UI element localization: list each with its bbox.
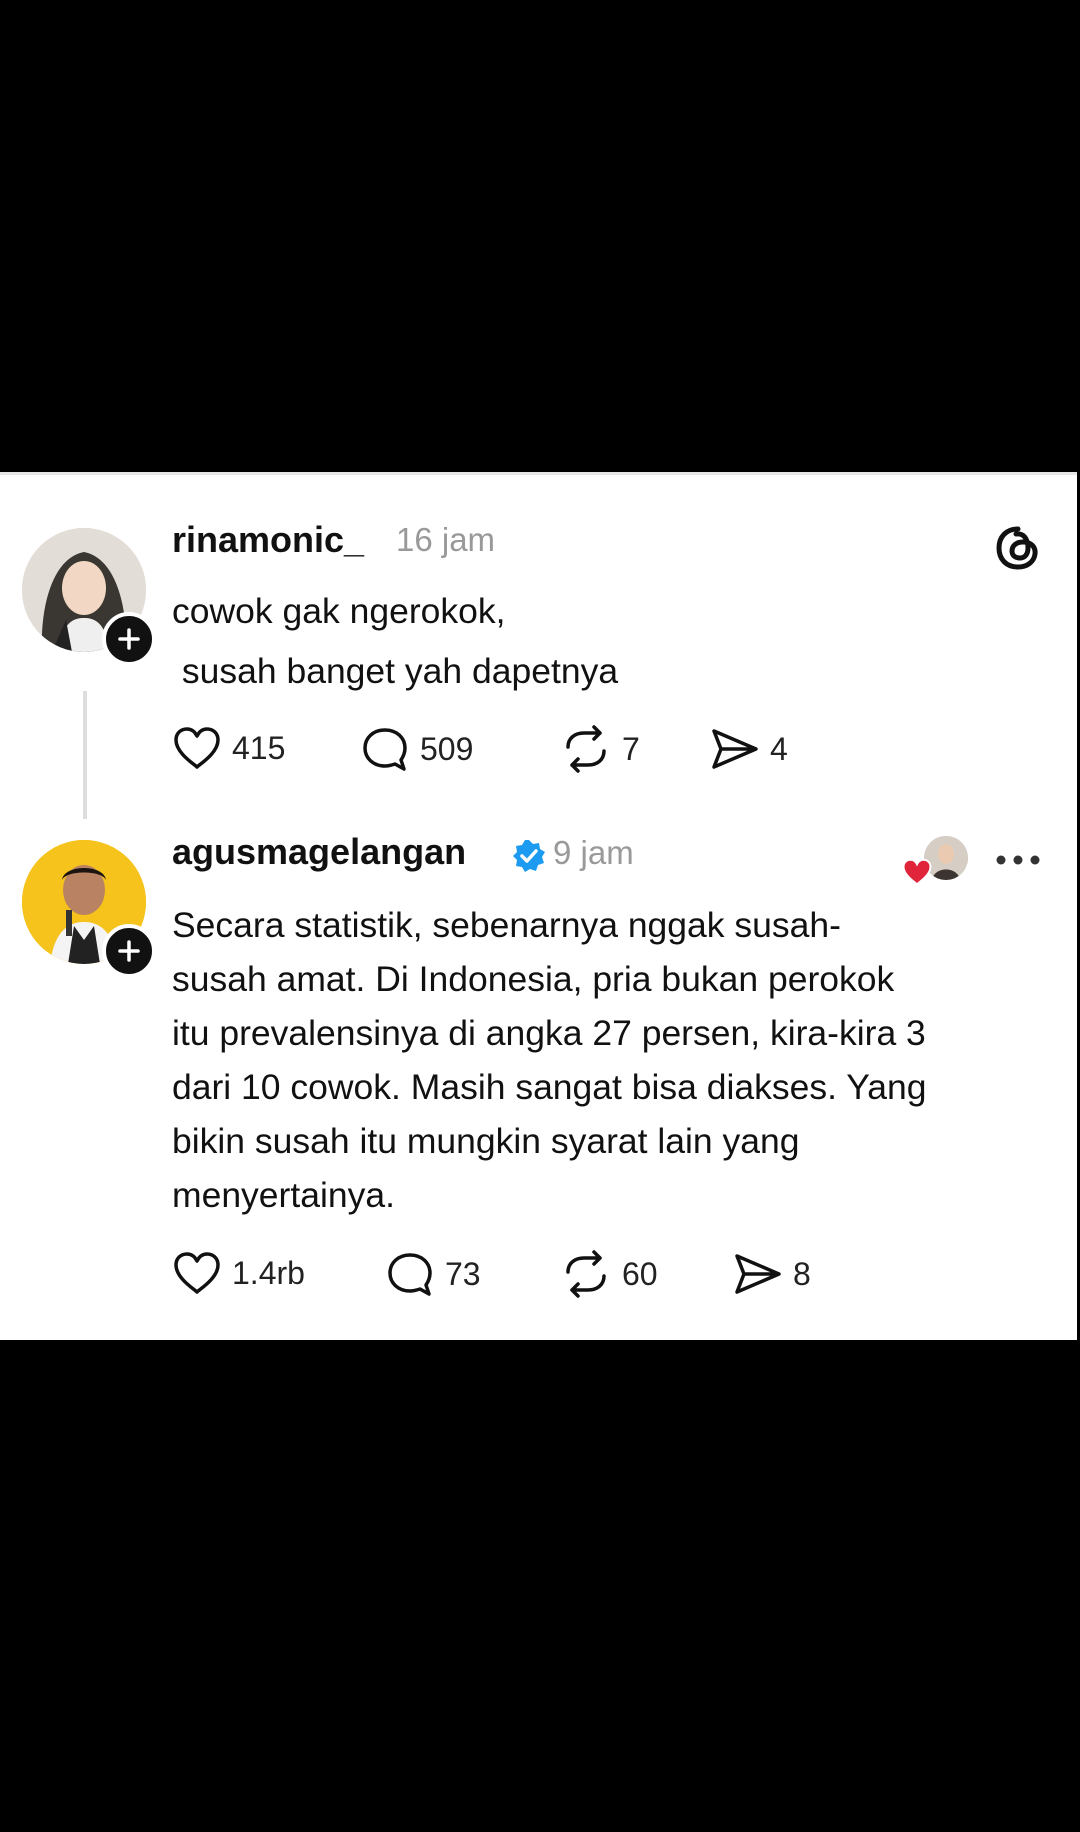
like-button[interactable]: 1.4rb bbox=[172, 1250, 305, 1296]
username[interactable]: agusmagelangan bbox=[172, 831, 466, 873]
post-text-line: dari 10 cowok. Masih sangat bisa diakses… bbox=[172, 1067, 927, 1107]
repost-count: 7 bbox=[622, 730, 640, 767]
more-options-icon[interactable] bbox=[995, 853, 1041, 867]
send-icon bbox=[735, 1254, 781, 1294]
follow-button-rinamonic[interactable] bbox=[102, 612, 156, 666]
username[interactable]: rinamonic_ bbox=[172, 519, 364, 561]
heart-icon bbox=[174, 1252, 220, 1294]
repost-button[interactable]: 7 bbox=[560, 725, 640, 773]
post-text-line: cowok gak ngerokok, bbox=[172, 591, 506, 631]
follow-button-agusmagelangan[interactable] bbox=[102, 924, 156, 978]
post-text-line: menyertainya. bbox=[172, 1175, 395, 1215]
heart-filled-icon bbox=[902, 858, 932, 886]
comment-count: 73 bbox=[445, 1255, 481, 1292]
verified-badge-icon bbox=[513, 840, 545, 872]
like-count: 1.4rb bbox=[232, 1254, 305, 1291]
share-count: 8 bbox=[793, 1255, 811, 1292]
plus-icon bbox=[118, 628, 140, 650]
comment-icon bbox=[388, 1253, 432, 1296]
like-count: 415 bbox=[232, 729, 286, 766]
repost-count: 60 bbox=[622, 1255, 658, 1292]
like-button[interactable]: 415 bbox=[172, 725, 285, 771]
share-button[interactable]: 4 bbox=[710, 725, 788, 773]
post-text-line: susah amat. Di Indonesia, pria bukan per… bbox=[172, 959, 895, 999]
repost-icon bbox=[566, 1250, 606, 1298]
plus-icon bbox=[118, 940, 140, 962]
share-button[interactable]: 8 bbox=[733, 1250, 811, 1298]
share-count: 4 bbox=[770, 730, 788, 767]
comment-button[interactable]: 73 bbox=[385, 1250, 481, 1298]
post-text-line: susah banget yah dapetnya bbox=[172, 651, 619, 691]
post-text-line: bikin susah itu mungkin syarat lain yang bbox=[172, 1121, 800, 1161]
post-text-line: itu prevalensinya di angka 27 persen, ki… bbox=[172, 1013, 926, 1053]
comment-count: 509 bbox=[420, 730, 474, 767]
repost-button[interactable]: 60 bbox=[560, 1250, 658, 1298]
threads-logo-icon[interactable] bbox=[994, 524, 1042, 572]
send-icon bbox=[712, 729, 758, 769]
comment-button[interactable]: 509 bbox=[360, 725, 473, 773]
threads-card: rinamonic_ 16 jam cowok gak ngerokok, su… bbox=[0, 472, 1077, 1340]
thread-connector-line bbox=[83, 691, 87, 819]
comment-icon bbox=[363, 728, 407, 771]
heart-icon bbox=[174, 727, 220, 769]
post-time: 9 jam bbox=[553, 834, 634, 871]
post-text-line: Secara statistik, sebenarnya nggak susah… bbox=[172, 905, 841, 945]
post-time: 16 jam bbox=[396, 521, 496, 558]
repost-icon bbox=[566, 725, 606, 773]
